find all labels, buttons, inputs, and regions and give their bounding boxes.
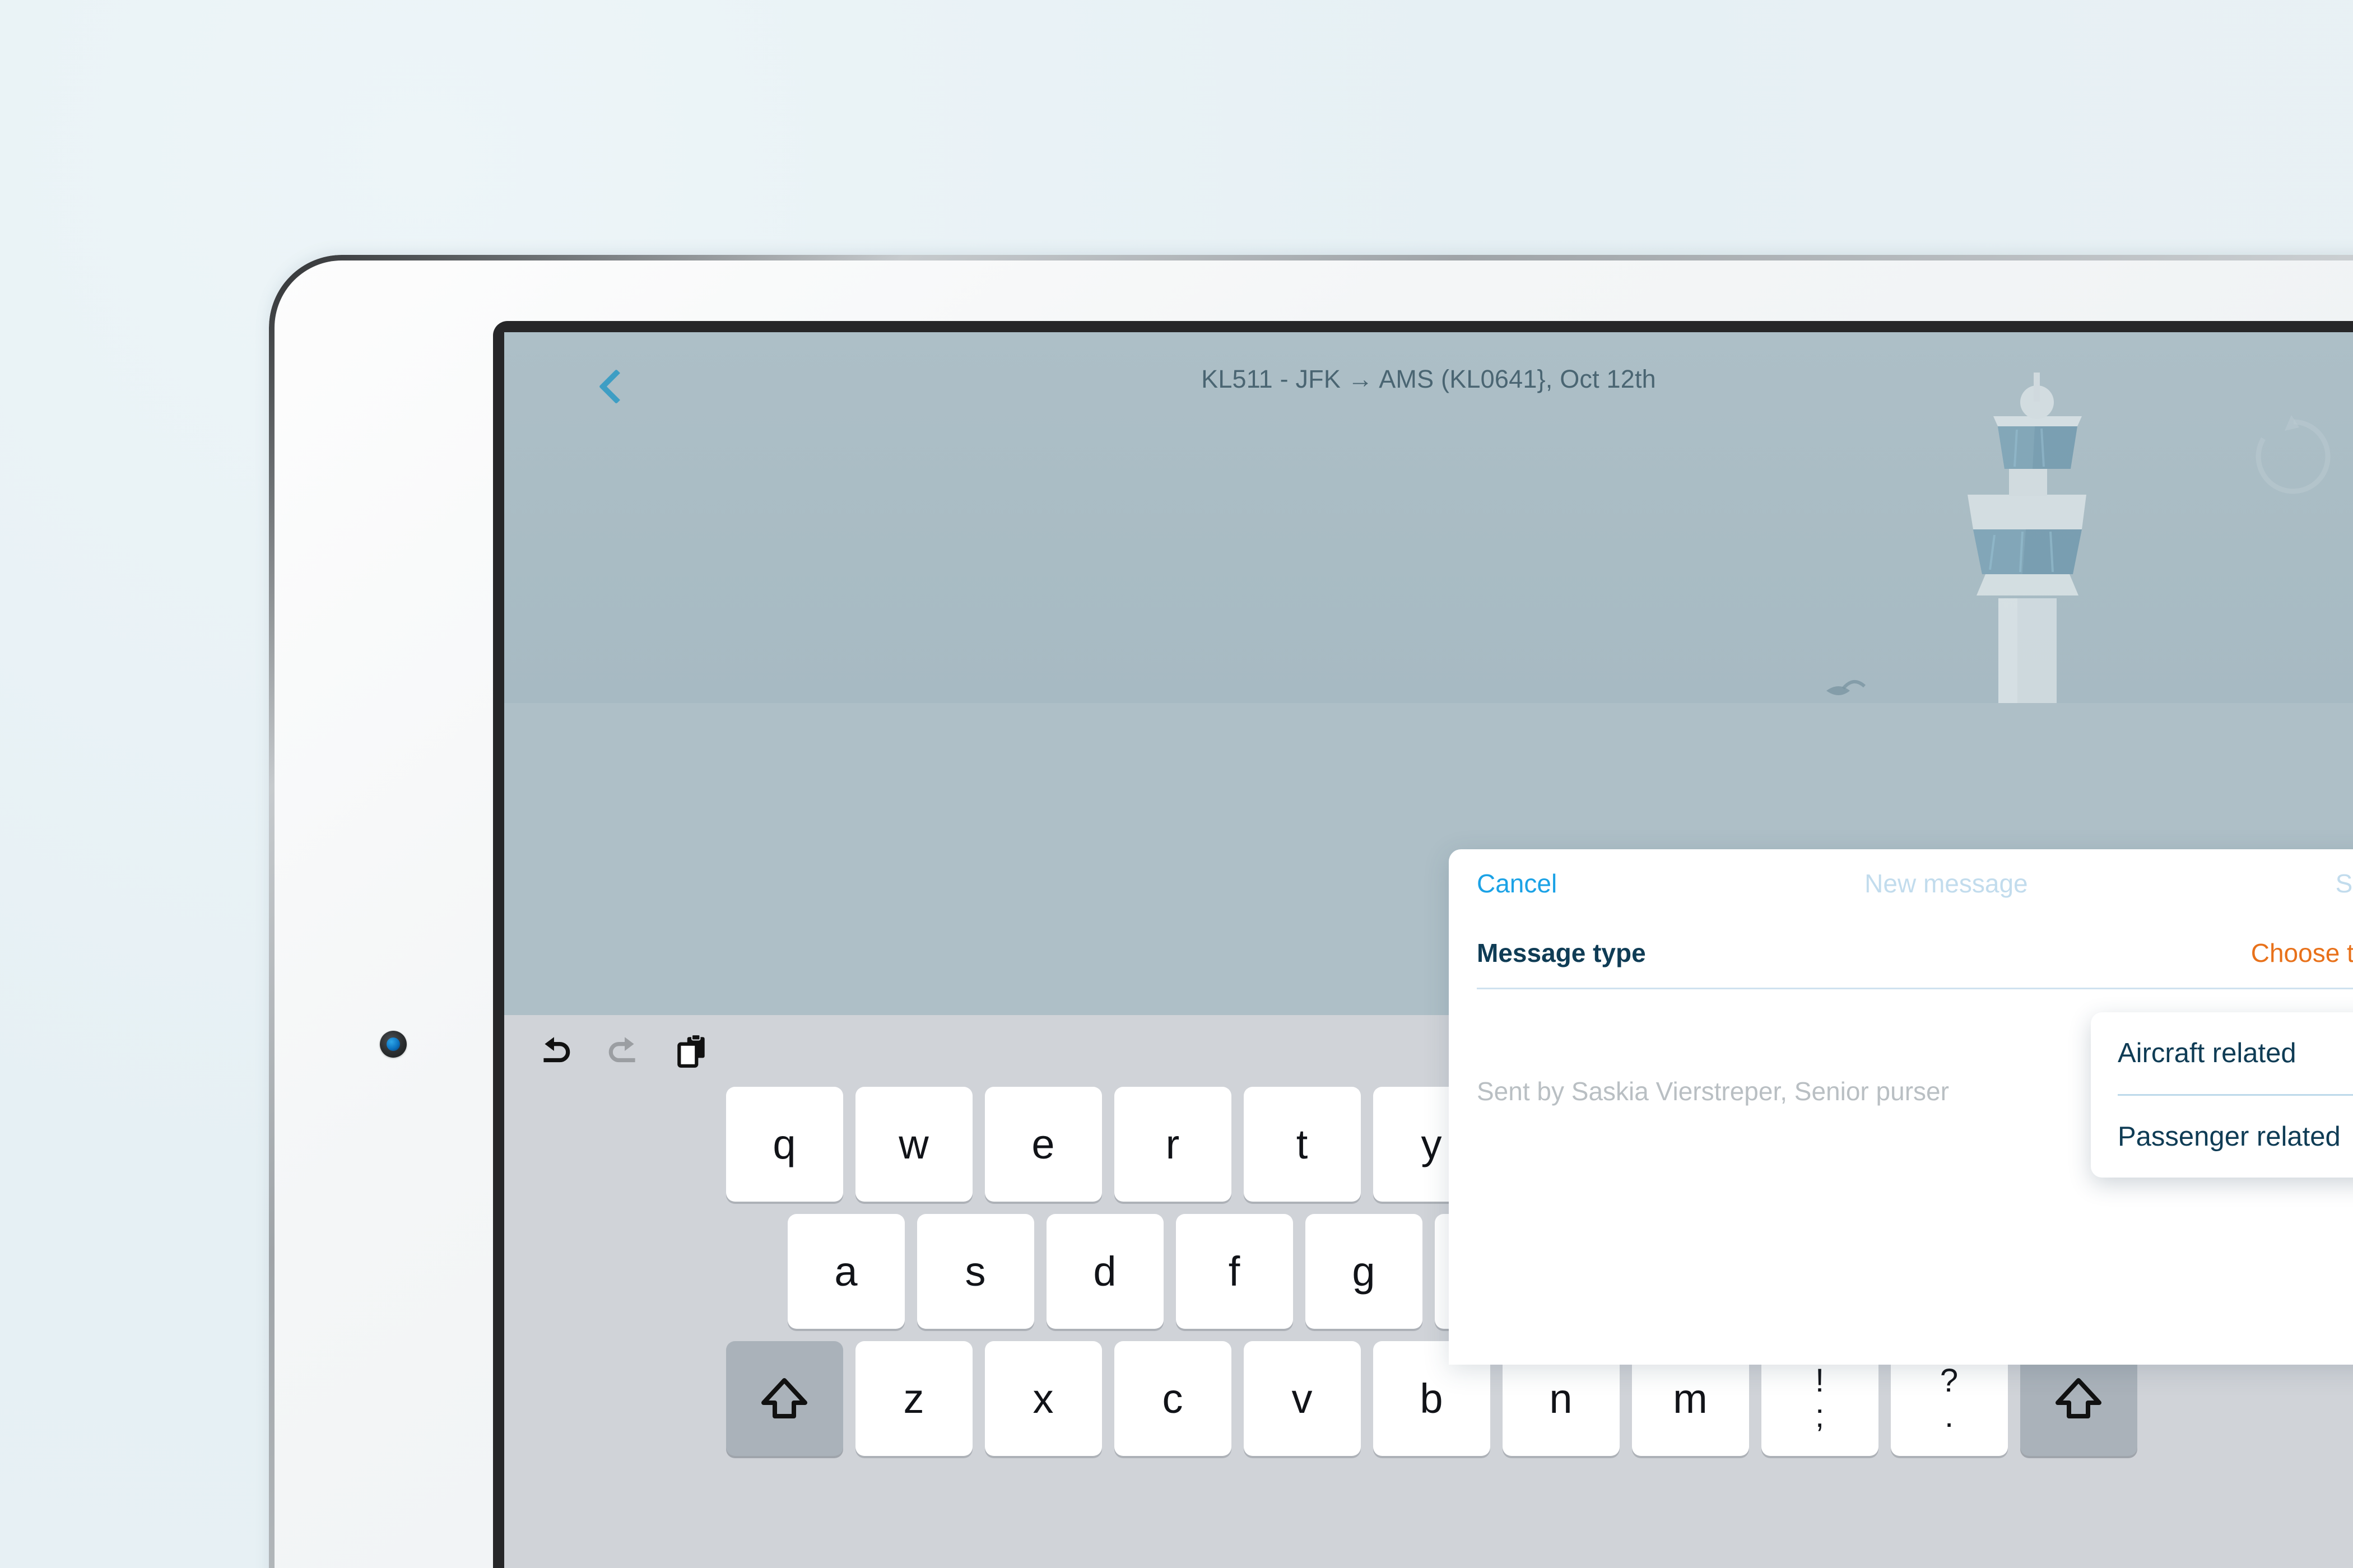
key-a[interactable]: a xyxy=(787,1214,905,1329)
key-q[interactable]: q xyxy=(726,1087,843,1202)
shift-icon xyxy=(2056,1378,2101,1418)
key-f[interactable]: f xyxy=(1175,1214,1293,1329)
paste-icon[interactable] xyxy=(673,1032,710,1069)
key-c[interactable]: c xyxy=(1114,1341,1231,1456)
key-bottom-label: . xyxy=(1944,1397,1954,1434)
shift-icon xyxy=(761,1378,807,1418)
key-g[interactable]: g xyxy=(1305,1214,1422,1329)
redo-icon[interactable] xyxy=(605,1032,642,1069)
key-top-label: ! xyxy=(1815,1362,1825,1399)
key-bottom-label: ; xyxy=(1815,1397,1825,1434)
shift-key-left[interactable] xyxy=(726,1341,843,1456)
message-signature: Sent by Saskia Vierstreper, Senior purse… xyxy=(1477,1077,1949,1106)
message-type-label: Message type xyxy=(1477,938,1646,967)
app-hero-header: KL511 - JFK → AMS (KL0641}, Oct 12th xyxy=(504,332,2353,703)
key-e[interactable]: e xyxy=(984,1087,1102,1202)
key-v[interactable]: v xyxy=(1243,1341,1361,1456)
front-camera-icon xyxy=(380,1031,407,1058)
key-t[interactable]: t xyxy=(1243,1087,1361,1202)
message-type-field: Message type Choose type xyxy=(1477,918,2353,989)
cancel-button[interactable]: Cancel xyxy=(1477,868,1557,899)
key-top-label: ? xyxy=(1940,1362,1959,1399)
modal-toolbar: Cancel New message Send xyxy=(1449,849,2353,918)
key-w[interactable]: w xyxy=(855,1087,973,1202)
camera-lens xyxy=(387,1037,400,1051)
undo-icon[interactable] xyxy=(537,1032,574,1069)
message-type-dropdown: Aircraft related Passenger related xyxy=(2091,1012,2353,1178)
send-button[interactable]: Send xyxy=(2336,868,2353,899)
choose-type-button[interactable]: Choose type xyxy=(2251,938,2353,968)
modal-title: New message xyxy=(1864,869,2028,898)
key-d[interactable]: d xyxy=(1046,1214,1164,1329)
key-z[interactable]: z xyxy=(855,1341,973,1456)
key-s[interactable]: s xyxy=(917,1214,1034,1329)
dropdown-item-passenger-related[interactable]: Passenger related xyxy=(2091,1096,2353,1178)
airport-tower-illustration xyxy=(1793,332,2353,703)
tablet-screen: KL511 - JFK → AMS (KL0641}, Oct 12th q w… xyxy=(504,332,2353,1568)
dropdown-item-aircraft-related[interactable]: Aircraft related xyxy=(2091,1012,2353,1094)
key-r[interactable]: r xyxy=(1114,1087,1231,1202)
screenshot-root: KL511 - JFK → AMS (KL0641}, Oct 12th q w… xyxy=(0,0,2353,1568)
key-x[interactable]: x xyxy=(984,1341,1102,1456)
